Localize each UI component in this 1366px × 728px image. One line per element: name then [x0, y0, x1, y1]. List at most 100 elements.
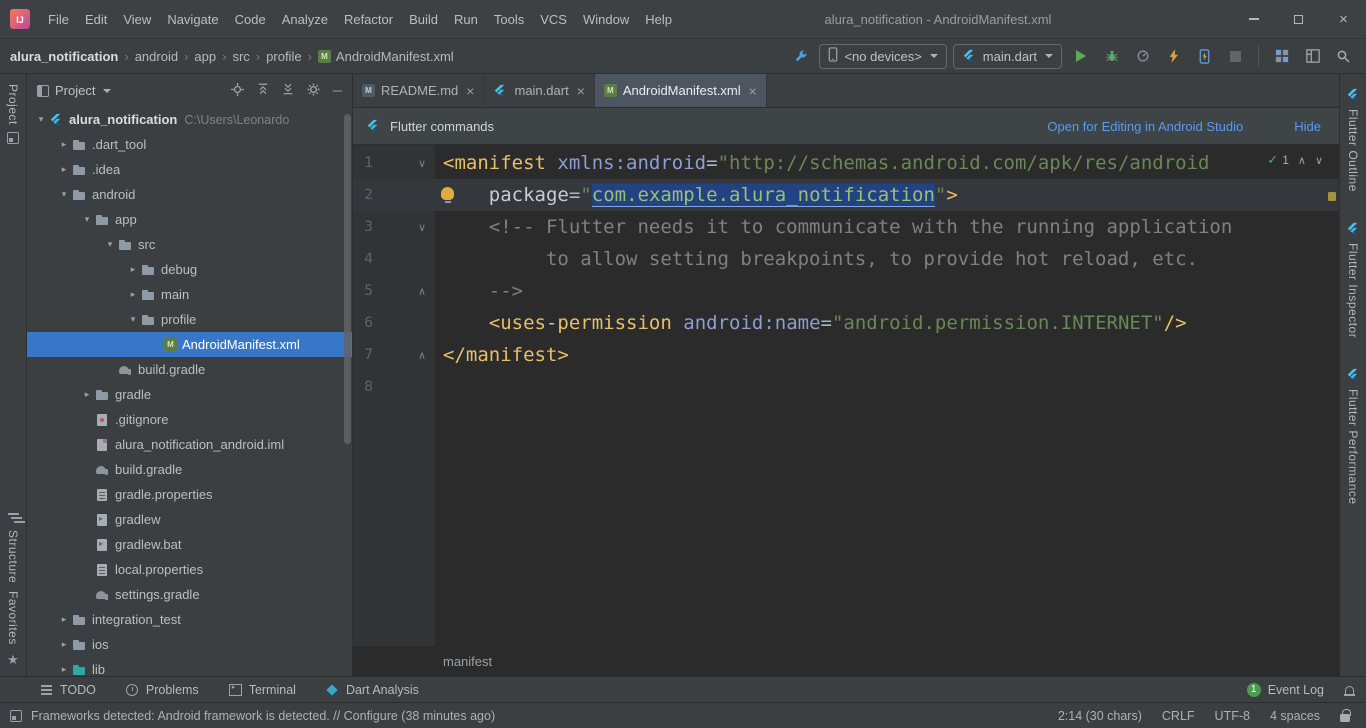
profile-button[interactable]	[1130, 44, 1155, 69]
chevron-expanded-icon[interactable]: ▾	[102, 239, 118, 250]
fold-icon[interactable]: ∧	[373, 285, 435, 298]
tool-tab-project[interactable]: Project	[6, 84, 20, 144]
collapse-all-icon[interactable]	[282, 83, 294, 98]
breadcrumb-item[interactable]: alura_notification	[10, 49, 118, 64]
close-icon[interactable]: ×	[749, 83, 757, 99]
chevron-up-icon[interactable]: ∧	[1298, 154, 1306, 167]
tree-item[interactable]: gradlew.bat	[27, 532, 352, 557]
tree-item[interactable]: ▾profile	[27, 307, 352, 332]
maximize-button[interactable]	[1276, 0, 1321, 38]
menu-view[interactable]: View	[115, 12, 159, 27]
chevron-collapsed-icon[interactable]: ▸	[79, 389, 95, 400]
inspection-widget[interactable]: ✓ 1 ∧ ∨	[1267, 152, 1323, 168]
code-line[interactable]: 6 <uses-permission android:name="android…	[353, 307, 1339, 339]
tree-item[interactable]: ▸debug	[27, 257, 352, 282]
tree-item[interactable]: ▾android	[27, 182, 352, 207]
editor-tab[interactable]: AndroidManifest.xml×	[595, 74, 767, 107]
stop-button[interactable]	[1223, 44, 1248, 69]
run-button[interactable]	[1068, 44, 1093, 69]
project-panel-title[interactable]: Project	[55, 83, 95, 98]
code-line[interactable]: 2 package="com.example.alura_notificatio…	[353, 179, 1339, 211]
tree-item[interactable]: ▾app	[27, 207, 352, 232]
open-in-android-studio-link[interactable]: Open for Editing in Android Studio	[1047, 119, 1243, 134]
code-line[interactable]: 5∧ -->	[353, 275, 1339, 307]
tool-tab-flutter-inspector[interactable]: Flutter Inspector	[1346, 222, 1361, 338]
editor-breadcrumb[interactable]: manifest	[353, 646, 1339, 676]
code-line[interactable]: 4 to allow setting breakpoints, to provi…	[353, 243, 1339, 275]
hide-notification-link[interactable]: Hide	[1294, 119, 1321, 134]
search-icon[interactable]	[1331, 44, 1356, 69]
breadcrumb-tag[interactable]: manifest	[443, 654, 492, 669]
tool-tab-favorites[interactable]: Favorites ★	[6, 591, 20, 668]
attach-debugger-button[interactable]	[1192, 44, 1217, 69]
scrollbar-thumb[interactable]	[344, 114, 351, 444]
toolwindow-todo[interactable]: TODO	[40, 683, 96, 697]
lock-icon[interactable]	[1340, 714, 1350, 722]
tree-item[interactable]: ▸integration_test	[27, 607, 352, 632]
close-icon[interactable]: ×	[577, 83, 585, 99]
menu-edit[interactable]: Edit	[77, 12, 115, 27]
device-selector[interactable]: <no devices>	[819, 44, 946, 69]
tree-item[interactable]: ▸ios	[27, 632, 352, 657]
menu-help[interactable]: Help	[637, 12, 680, 27]
fold-icon[interactable]: ∧	[373, 349, 435, 362]
editor-tab[interactable]: main.dart×	[484, 74, 594, 107]
fold-icon[interactable]: ∨	[373, 157, 435, 170]
tree-item[interactable]: ▸.idea	[27, 157, 352, 182]
flutter-wrench-icon[interactable]	[788, 44, 813, 69]
hide-panel-icon[interactable]: ─	[333, 83, 342, 98]
menu-analyze[interactable]: Analyze	[274, 12, 336, 27]
code-line[interactable]: 7∧</manifest>	[353, 339, 1339, 371]
warning-stripe-mark[interactable]	[1328, 192, 1336, 201]
breadcrumb-item[interactable]: src	[232, 49, 249, 64]
tree-item[interactable]: ▸main	[27, 282, 352, 307]
indent-setting[interactable]: 4 spaces	[1270, 709, 1320, 723]
tree-item[interactable]: ▸.dart_tool	[27, 132, 352, 157]
tree-item[interactable]: ▾src	[27, 232, 352, 257]
run-config-selector[interactable]: main.dart	[953, 44, 1062, 69]
chevron-down-icon[interactable]: ∨	[1315, 154, 1323, 167]
chevron-expanded-icon[interactable]: ▾	[33, 114, 49, 125]
file-encoding[interactable]: UTF-8	[1215, 709, 1250, 723]
menu-tools[interactable]: Tools	[486, 12, 532, 27]
editor-tab[interactable]: README.md×	[353, 74, 484, 107]
menu-vcs[interactable]: VCS	[532, 12, 575, 27]
lightbulb-icon[interactable]	[441, 187, 454, 200]
project-structure-icon[interactable]	[1269, 44, 1294, 69]
chevron-collapsed-icon[interactable]: ▸	[125, 289, 141, 300]
breadcrumb-item[interactable]: profile	[266, 49, 301, 64]
tree-item[interactable]: gradle.properties	[27, 482, 352, 507]
menu-code[interactable]: Code	[227, 12, 274, 27]
breadcrumb-item[interactable]: android	[135, 49, 178, 64]
code-line[interactable]: 8	[353, 371, 1339, 403]
gear-icon[interactable]	[307, 83, 320, 99]
tool-tab-flutter-outline[interactable]: Flutter Outline	[1346, 88, 1361, 192]
chevron-expanded-icon[interactable]: ▾	[56, 189, 72, 200]
chevron-collapsed-icon[interactable]: ▸	[56, 614, 72, 625]
toolwindow-dart[interactable]: Dart Analysis	[326, 683, 419, 697]
chevron-expanded-icon[interactable]: ▾	[79, 214, 95, 225]
code-line[interactable]: 1∨<manifest xmlns:android="http://schema…	[353, 147, 1339, 179]
code-line[interactable]: 3∨ <!-- Flutter needs it to communicate …	[353, 211, 1339, 243]
locate-file-icon[interactable]	[231, 83, 244, 99]
line-ending[interactable]: CRLF	[1162, 709, 1195, 723]
layout-icon[interactable]	[1300, 44, 1325, 69]
chevron-collapsed-icon[interactable]: ▸	[56, 139, 72, 150]
minimize-button[interactable]	[1231, 0, 1276, 38]
tree-item[interactable]: ▾alura_notificationC:\Users\Leonardo	[27, 107, 352, 132]
chevron-collapsed-icon[interactable]: ▸	[56, 664, 72, 675]
close-icon[interactable]: ×	[466, 83, 474, 99]
event-log[interactable]: 1 Event Log	[1247, 683, 1354, 697]
tool-tab-flutter-performance[interactable]: Flutter Performance	[1346, 368, 1361, 505]
menu-build[interactable]: Build	[401, 12, 446, 27]
tree-item[interactable]: .gitignore	[27, 407, 352, 432]
chevron-down-icon[interactable]	[103, 89, 111, 93]
debug-button[interactable]	[1099, 44, 1124, 69]
tree-item[interactable]: alura_notification_android.iml	[27, 432, 352, 457]
menu-run[interactable]: Run	[446, 12, 486, 27]
expand-all-icon[interactable]	[257, 83, 269, 98]
toolwindow-terminal[interactable]: Terminal	[229, 683, 296, 697]
tree-item[interactable]: gradlew	[27, 507, 352, 532]
tree-item[interactable]: ▸gradle	[27, 382, 352, 407]
tree-item[interactable]: build.gradle	[27, 357, 352, 382]
